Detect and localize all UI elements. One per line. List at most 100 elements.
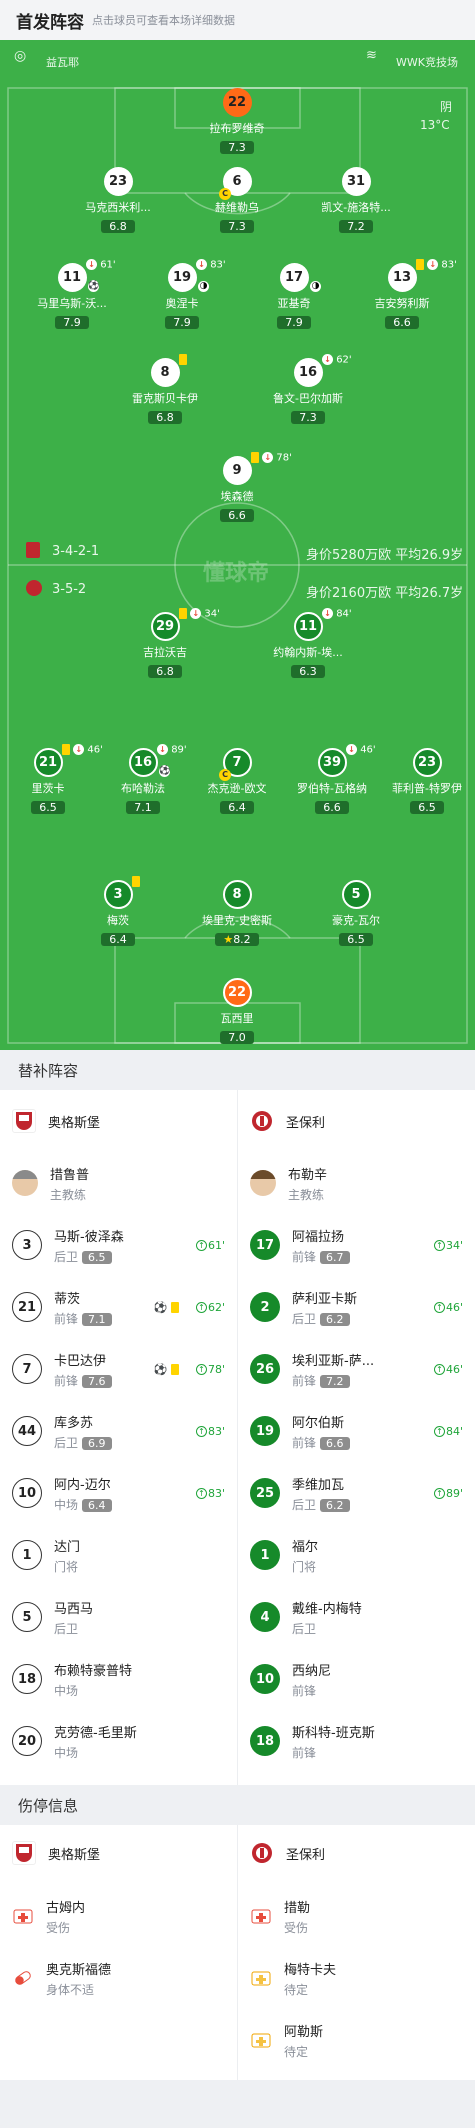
away-sub-row[interactable]: 2 萨利亚卡斯 后卫 6.2 ↑ 46' xyxy=(238,1276,475,1338)
away-sub-row[interactable]: 4 戴维-内梅特 后卫 xyxy=(238,1586,475,1648)
away-sub-row[interactable]: 10 西纳尼 前锋 xyxy=(238,1648,475,1710)
away-sub-row[interactable]: 19 阿尔伯斯 前锋 6.6 ↑ 84' xyxy=(238,1400,475,1462)
home-coach-row[interactable]: 措鲁普 主教练 xyxy=(0,1152,237,1214)
captain-icon: C xyxy=(219,188,231,200)
away-injury-row[interactable]: 措勒 受伤 xyxy=(238,1885,475,1947)
sub-player-rating: 6.7 xyxy=(320,1250,350,1264)
home-sub-row[interactable]: 10 阿内-迈尔 中场 6.4 ↑ 83' xyxy=(0,1462,237,1524)
pitch: ◎ 益瓦耶 ≋ WWK竞技场 阴 13°C 3-4-2-1 身价5280万欧 平… xyxy=(0,40,475,1050)
away-injury-team-row[interactable]: 圣保利 xyxy=(238,1825,475,1881)
home-player-22[interactable]: 22 拉布罗维奇 7.3 xyxy=(177,88,297,155)
home-player-23[interactable]: 23 马克西米利... 6.8 xyxy=(58,167,178,234)
home-player-16[interactable]: 16 ↓ 62' 鲁文-巴尔加斯 7.3 xyxy=(248,354,368,425)
shirt-number: 18 xyxy=(250,1726,280,1756)
away-player-3[interactable]: 3 梅茨 6.4 xyxy=(58,876,178,947)
home-sub-row[interactable]: 1 达门 门将 xyxy=(0,1524,237,1586)
home-sub-row[interactable]: 18 布赖特豪普特 中场 xyxy=(0,1648,237,1710)
sub-player-name: 萨利亚卡斯 xyxy=(292,1291,358,1307)
home-player-6[interactable]: 6 C 赫维勒乌 7.3 xyxy=(177,167,297,234)
away-player-29[interactable]: 29 ↓ 34' 吉拉沃吉 6.8 xyxy=(105,608,225,679)
sub-player-position: 门将 xyxy=(54,1559,79,1574)
home-formation: 3-4-2-1 xyxy=(52,544,100,559)
sub-minute: 84' xyxy=(336,608,352,620)
away-player-23[interactable]: 23 菲利普-特罗伊 6.5 xyxy=(367,748,475,815)
home-player-13[interactable]: 13 ↓ 83' 吉安努利斯 6.6 xyxy=(342,259,462,330)
home-sub-row[interactable]: 3 马斯-彼泽森 后卫 6.5 ↑ 61' xyxy=(0,1214,237,1276)
player-name: 马克西米利... xyxy=(85,201,151,214)
player-number: 17 xyxy=(279,263,309,292)
away-sub-row[interactable]: 1 福尔 门将 xyxy=(238,1524,475,1586)
injured-player-name: 措勒 xyxy=(284,1900,311,1916)
card-sub-badge: ↓ 83' xyxy=(416,259,457,271)
home-sub-row[interactable]: 7 卡巴达伊 前锋 7.6 ↑ 78' ⚽ xyxy=(0,1338,237,1400)
away-sub-row[interactable]: 25 季维加瓦 后卫 6.2 ↑ 89' xyxy=(238,1462,475,1524)
away-player-5[interactable]: 5 豪克-瓦尔 6.5 xyxy=(296,880,416,947)
shirt-number: 4 xyxy=(250,1602,280,1632)
sub-icon: ↓ xyxy=(427,259,439,270)
player-number: 22 xyxy=(222,978,252,1007)
shirt-number: 25 xyxy=(250,1478,280,1508)
team-name: 奥格斯堡 xyxy=(48,1847,101,1863)
home-player-19[interactable]: 19 ↓ 83' ◑ 奥涅卡 7.9 xyxy=(122,259,242,330)
sub-on-badge: ↑ 46' xyxy=(433,1363,463,1376)
home-sub-row[interactable]: 44 库多苏 后卫 6.9 ↑ 83' xyxy=(0,1400,237,1462)
team-name: 圣保利 xyxy=(286,1115,326,1131)
player-rating: 6.8 xyxy=(101,220,135,233)
home-player-11[interactable]: 11 ↓ 61' ⚽ 马里乌斯-沃... 7.9 xyxy=(12,259,132,330)
weather: 阴 xyxy=(440,100,453,114)
home-sub-row[interactable]: 20 克劳德-毛里斯 中场 xyxy=(0,1710,237,1772)
shirt-number: 3 xyxy=(12,1230,42,1260)
injured-player-name: 奥克斯福德 xyxy=(46,1962,112,1978)
away-sub-row[interactable]: 17 阿福拉扬 前锋 6.7 ↑ 34' xyxy=(238,1214,475,1276)
home-team-row[interactable]: 奥格斯堡 xyxy=(0,1090,237,1152)
player-rating: 6.6 xyxy=(315,801,349,814)
sub-minute: 83' xyxy=(210,259,226,271)
player-number: 5 xyxy=(341,880,371,909)
player-number: 3 xyxy=(103,880,133,909)
away-player-8[interactable]: 8 埃里克-史密斯 ★8.2 xyxy=(177,880,297,947)
home-player-17[interactable]: 17 ◑ 亚基奇 7.9 xyxy=(234,263,354,330)
home-injury-team-row[interactable]: 奥格斯堡 xyxy=(0,1825,237,1881)
sub-player-name: 阿内-迈尔 xyxy=(54,1477,111,1493)
player-rating: 6.5 xyxy=(31,801,65,814)
home-sub-row[interactable]: 5 马西马 后卫 xyxy=(0,1586,237,1648)
home-injury-row[interactable]: 奥克斯福德 身体不适 xyxy=(0,1947,237,2009)
away-sub-row[interactable]: 18 斯科特-班克斯 前锋 xyxy=(238,1710,475,1772)
player-rating: 7.1 xyxy=(126,801,160,814)
sub-player-position: 后卫 xyxy=(292,1311,317,1326)
sub-on-badge: ↑ 61' xyxy=(195,1239,225,1252)
player-rating: 6.6 xyxy=(385,316,419,329)
player-name: 吉安努利斯 xyxy=(374,297,430,310)
away-injury-row[interactable]: 梅特卡夫 待定 xyxy=(238,1947,475,2009)
team-name: 圣保利 xyxy=(286,1847,326,1863)
player-rating: 6.3 xyxy=(291,665,325,678)
away-player-22[interactable]: 22 瓦西里 7.0 xyxy=(177,978,297,1045)
sub-player-rating: 6.4 xyxy=(82,1498,112,1512)
sub-minute: 61' xyxy=(100,259,116,271)
goal-icon: ⚽ xyxy=(88,281,100,292)
card-sub-badge: ↓ 78' xyxy=(251,452,292,464)
home-player-31[interactable]: 31 凯文-施洛特... 7.2 xyxy=(296,167,416,234)
away-coach-row[interactable]: 布勒辛 主教练 xyxy=(238,1152,475,1214)
goal-icon: ⚽ xyxy=(153,1300,168,1314)
away-injury-row[interactable]: 阿勒斯 待定 xyxy=(238,2009,475,2071)
sub-in-icon: ↑ xyxy=(433,1426,445,1437)
whistle-icon: ◎ xyxy=(14,48,27,64)
home-team-logo xyxy=(12,1841,36,1865)
home-player-9[interactable]: 9 ↓ 78' 埃森德 6.6 xyxy=(177,452,297,523)
sub-off-badge: ↓ 61' xyxy=(86,259,116,271)
away-team-row[interactable]: 圣保利 xyxy=(238,1090,475,1152)
sub-player-position: 中场 xyxy=(54,1745,79,1760)
home-sub-row[interactable]: 21 蒂茨 前锋 7.1 ↑ 62' ⚽ xyxy=(0,1276,237,1338)
sub-minute: 89' xyxy=(445,1486,463,1500)
away-player-11[interactable]: 11 ↓ 84' 约翰内斯-埃... 6.3 xyxy=(248,608,368,679)
sub-on-badge: ↑ 89' xyxy=(433,1486,463,1500)
pending-icon xyxy=(250,1967,272,1989)
home-player-8[interactable]: 8 雷克斯贝卡伊 6.8 xyxy=(105,354,225,425)
sub-player-position: 后卫 xyxy=(54,1435,79,1450)
home-injury-row[interactable]: 古姆内 受伤 xyxy=(0,1885,237,1947)
sub-player-name: 卡巴达伊 xyxy=(54,1353,107,1369)
away-sub-row[interactable]: 26 埃利亚斯-萨... 前锋 7.2 ↑ 46' xyxy=(238,1338,475,1400)
player-name: 奥涅卡 xyxy=(165,297,199,310)
player-rating: 7.3 xyxy=(220,220,254,233)
